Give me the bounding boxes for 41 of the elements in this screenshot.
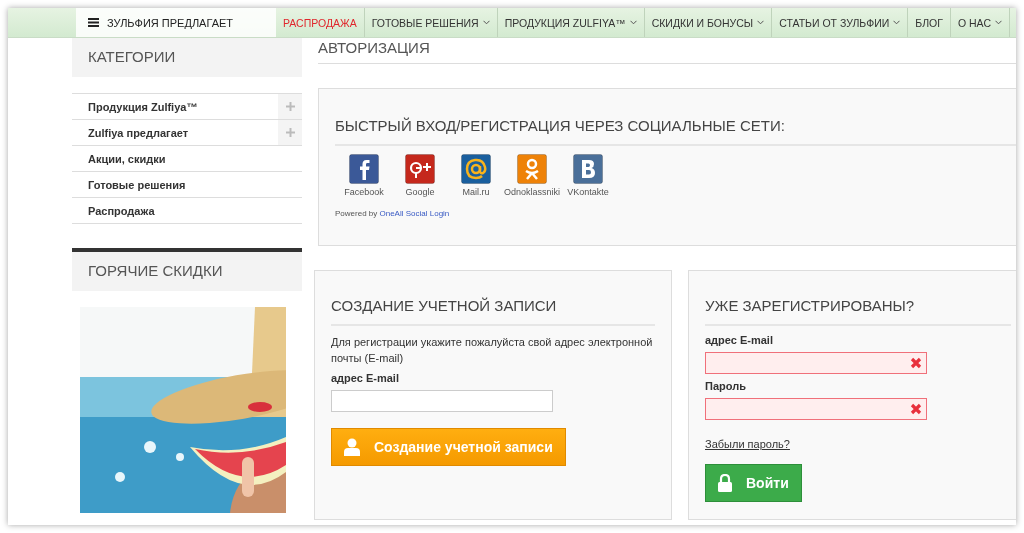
field-label: адрес E-mail	[705, 334, 774, 346]
category-label[interactable]: Распродажа	[72, 198, 155, 223]
social-login-link[interactable]: VKontakte	[561, 154, 615, 197]
sidebar-heading: ГОРЯЧИЕ СКИДКИ	[72, 252, 302, 291]
provider-label[interactable]: Facebook	[344, 187, 384, 197]
category-label[interactable]: Продукция Zulfiya™	[72, 94, 198, 119]
provider-label[interactable]: VKontakte	[567, 187, 609, 197]
category-label[interactable]: Акции, скидки	[72, 146, 166, 171]
field-label: адрес E-mail	[331, 372, 400, 384]
nav-link[interactable]: ПРОДУКЦИЯ ZULFIYA™	[497, 8, 645, 37]
page-title: АВТОРИЗАЦИЯ	[318, 39, 431, 57]
social-login-link[interactable]: Facebook	[337, 154, 391, 197]
category-item[interactable]: Продукция Zulfiya™	[72, 94, 302, 120]
oneall-link[interactable]: OneAll Social Login	[379, 209, 450, 218]
nav-link[interactable]: СТАТЬИ ОТ ЗУЛЬФИИ	[772, 8, 909, 37]
nav-link[interactable]: РАСПРОДАЖА	[276, 8, 365, 37]
social-login-link[interactable]: Mail.ru	[449, 154, 503, 197]
field-label: Пароль	[705, 380, 747, 392]
section-heading: УЖЕ ЗАРЕГИСТРИРОВАНЫ?	[705, 297, 916, 314]
provider-label[interactable]: Mail.ru	[462, 187, 490, 197]
category-item[interactable]: Готовые решения	[72, 172, 302, 198]
forgot-password-link[interactable]: Забыли пароль?	[705, 438, 790, 450]
provider-label[interactable]: Google	[405, 187, 435, 197]
category-label[interactable]: Zulfiya предлагает	[72, 120, 189, 145]
nav-link[interactable]: ГОТОВЫЕ РЕШЕНИЯ	[364, 8, 498, 37]
nav-link[interactable]: БЛОГ	[908, 8, 951, 37]
section-heading: СОЗДАНИЕ УЧЕТНОЙ ЗАПИСИ	[331, 297, 558, 314]
social-login-link[interactable]: Odnoklassniki	[505, 154, 559, 197]
category-item[interactable]: Zulfiya предлагает	[72, 120, 302, 146]
menu-button[interactable]: ЗУЛЬФИЯ ПРЕДЛАГАЕТ	[76, 8, 276, 37]
instruction-text: Для регистрации укажите пожалуйста свой адрес электронной почты (E-mail)	[331, 335, 654, 366]
nav-link[interactable]: СКИДКИ И БОНУСЫ	[644, 8, 773, 37]
category-item[interactable]: Распродажа	[72, 198, 302, 224]
provider-label[interactable]: Odnoklassniki	[504, 187, 560, 197]
section-heading: БЫСТРЫЙ ВХОД/РЕГИСТРАЦИЯ ЧЕРЕЗ СОЦИАЛЬНЫЕ СЕТИ:	[335, 117, 786, 134]
sidebar-heading: КАТЕГОРИИ	[72, 38, 302, 77]
powered-by-text: Powered by	[335, 209, 378, 218]
nav-link[interactable]: О НАС	[950, 8, 1010, 37]
category-label[interactable]: Готовые решения	[72, 172, 186, 197]
category-item[interactable]: Акции, скидки	[72, 146, 302, 172]
social-login-link[interactable]: Google	[393, 154, 447, 197]
